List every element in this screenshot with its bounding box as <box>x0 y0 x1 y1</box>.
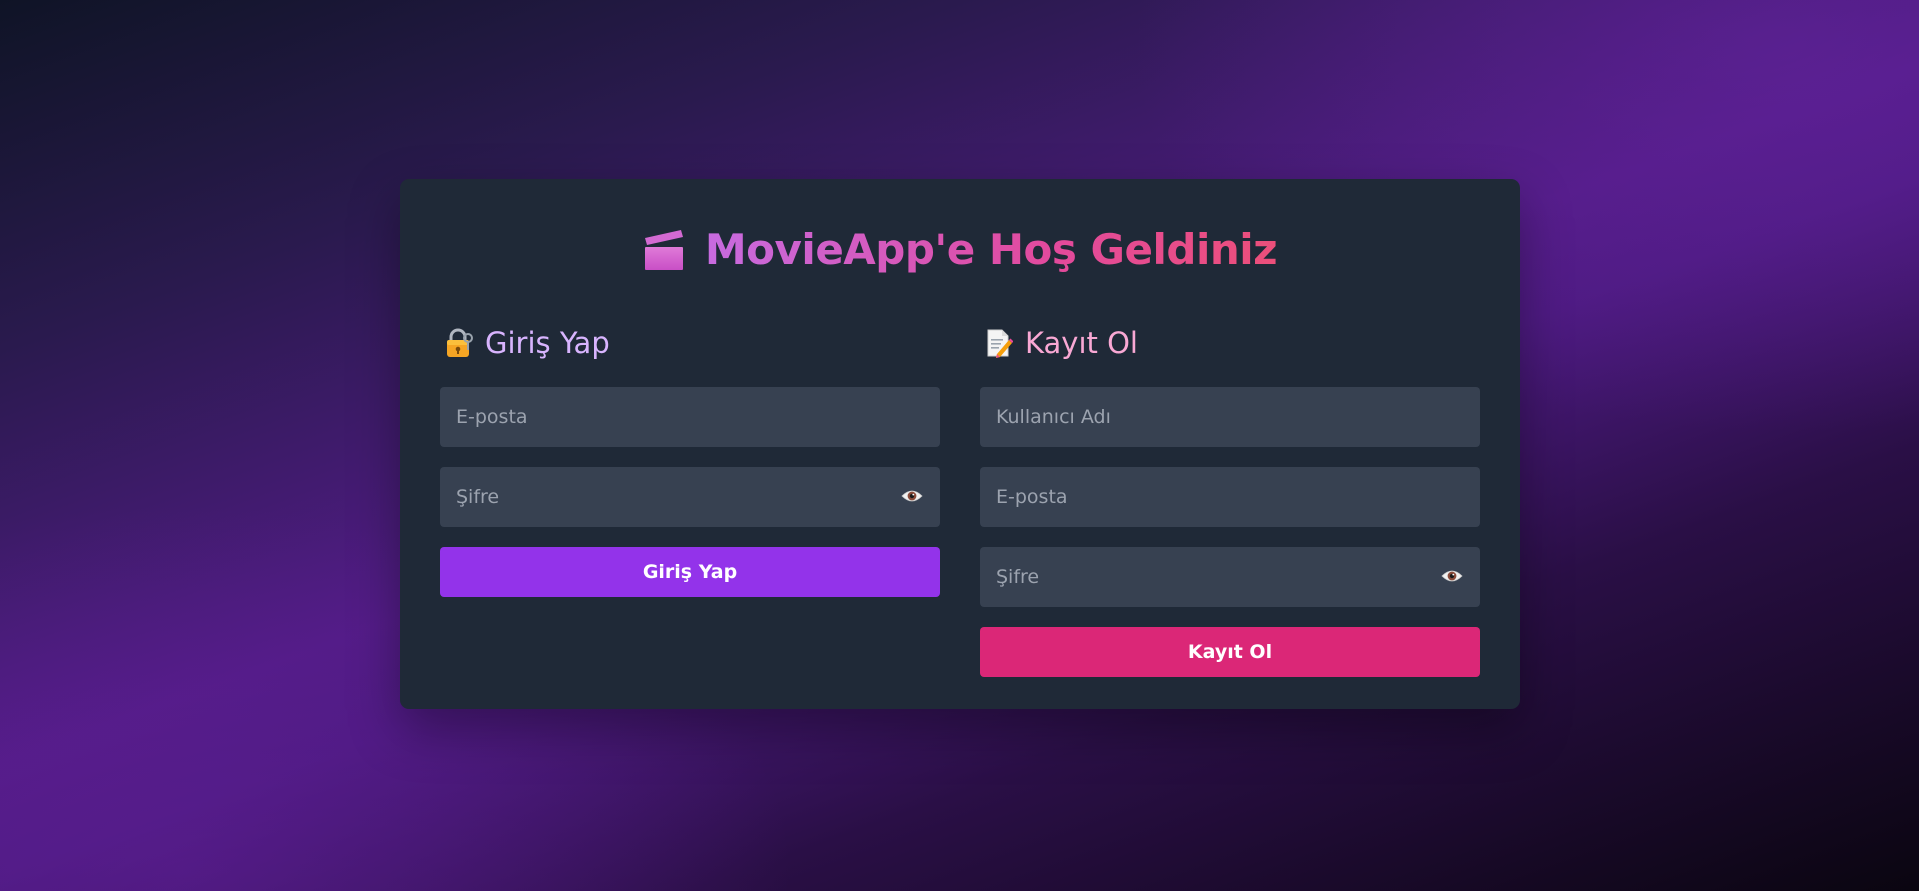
login-password-input[interactable] <box>440 467 940 527</box>
login-password-field-wrapper <box>440 467 940 527</box>
register-section: Kayıt Ol Kayıt Ol <box>980 323 1480 677</box>
register-submit-button[interactable]: Kayıt Ol <box>980 627 1480 677</box>
register-username-field-wrapper <box>980 387 1480 447</box>
login-email-input[interactable] <box>440 387 940 447</box>
login-section: Giriş Yap Giriş Yap <box>440 323 940 597</box>
eye-icon[interactable] <box>901 488 923 504</box>
page-header: MovieApp'e Hoş Geldiniz <box>400 225 1520 274</box>
login-submit-button[interactable]: Giriş Yap <box>440 547 940 597</box>
register-password-input[interactable] <box>980 547 1480 607</box>
register-username-input[interactable] <box>980 387 1480 447</box>
login-email-field-wrapper <box>440 387 940 447</box>
login-heading-label: Giriş Yap <box>485 326 610 360</box>
register-email-field-wrapper <box>980 467 1480 527</box>
login-heading: Giriş Yap <box>445 323 940 363</box>
auth-card: MovieApp'e Hoş Geldiniz Giriş Yap E-post… <box>400 179 1520 709</box>
page-title: MovieApp'e Hoş Geldiniz <box>704 225 1278 274</box>
lock-with-key-icon <box>447 328 473 357</box>
memo-icon <box>987 329 1013 358</box>
register-heading: Kayıt Ol <box>985 323 1480 363</box>
register-password-field-wrapper <box>980 547 1480 607</box>
clapper-board-icon <box>644 229 683 270</box>
register-email-input[interactable] <box>980 467 1480 527</box>
register-heading-label: Kayıt Ol <box>1025 326 1138 360</box>
eye-icon[interactable] <box>1441 568 1463 584</box>
